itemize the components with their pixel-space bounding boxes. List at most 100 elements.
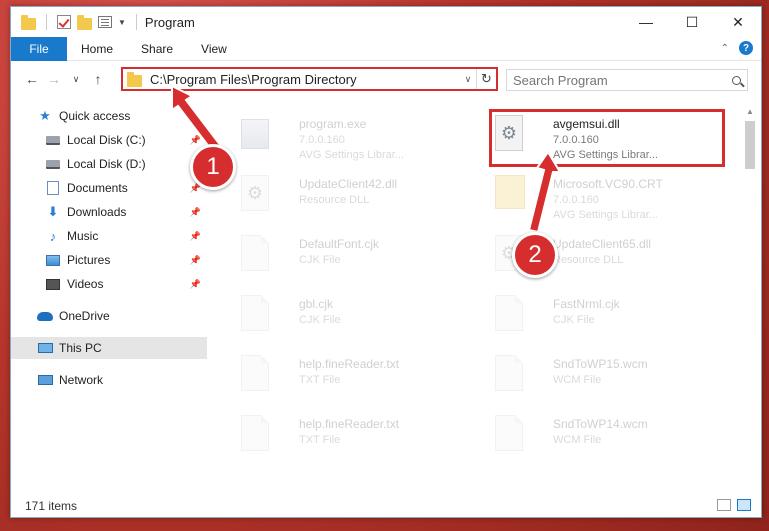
- navigation-pane: ★ Quick access Local Disk (C:) 📌 Local D…: [11, 99, 207, 489]
- sidebar-item-downloads[interactable]: ⬇ Downloads 📌: [11, 201, 207, 223]
- customize-toolbar-icon[interactable]: ▼: [118, 18, 126, 27]
- music-icon: ♪: [49, 228, 57, 244]
- step-badge-2: 2: [512, 232, 558, 278]
- tiles-view-icon[interactable]: [737, 499, 751, 511]
- sidebar-item-label: Downloads: [67, 205, 127, 219]
- sidebar-item-label: OneDrive: [59, 309, 110, 323]
- tab-share[interactable]: Share: [127, 42, 187, 56]
- title-bar: ▼ Program — ☐ ✕: [11, 7, 761, 37]
- sidebar-item-label: Local Disk (C:): [67, 133, 146, 147]
- highlight-box: [489, 109, 725, 167]
- pin-icon: 📌: [189, 230, 201, 241]
- sidebar-item-label: Music: [67, 229, 99, 243]
- search-input[interactable]: [507, 72, 725, 88]
- minimize-button[interactable]: —: [623, 7, 669, 37]
- sidebar-item-local-disk-d[interactable]: Local Disk (D:) 📌: [11, 153, 207, 175]
- file-item[interactable]: DefaultFont.cjk CJK File: [227, 229, 465, 287]
- sidebar-item-documents[interactable]: Documents 📌: [11, 177, 207, 199]
- cloud-icon: [37, 309, 53, 323]
- sidebar-item-label: This PC: [59, 341, 102, 355]
- tab-home[interactable]: Home: [67, 42, 127, 56]
- sidebar-item-onedrive[interactable]: OneDrive: [11, 305, 207, 327]
- disk-icon: [45, 133, 61, 147]
- videos-icon: [45, 277, 61, 291]
- executable-icon: [241, 115, 271, 153]
- documents-icon: [45, 181, 61, 195]
- navigation-bar: ← → ∨ ↑ C:\Program Files\Program Directo…: [11, 63, 761, 95]
- address-path[interactable]: C:\Program Files\Program Directory: [150, 72, 460, 87]
- document-icon: [241, 415, 271, 453]
- expand-ribbon-icon[interactable]: ⌃: [721, 43, 729, 54]
- pin-icon: 📌: [189, 254, 201, 265]
- step-badge-1: 1: [190, 144, 236, 190]
- ribbon-tabs: File Home Share View ⌃ ?: [11, 36, 761, 61]
- properties-icon[interactable]: [98, 16, 112, 28]
- computer-icon: [37, 341, 53, 355]
- folder-icon: [127, 71, 142, 87]
- forward-arrow-icon[interactable]: →: [43, 71, 65, 87]
- pin-icon: 📌: [189, 134, 201, 145]
- file-item[interactable]: program.exe 7.0.0.160 AVG Settings Libra…: [227, 109, 465, 167]
- close-button[interactable]: ✕: [715, 7, 761, 37]
- new-folder-icon[interactable]: [77, 14, 92, 30]
- sidebar-item-local-disk-c[interactable]: Local Disk (C:) 📌: [11, 129, 207, 151]
- sidebar-item-label: Quick access: [59, 109, 131, 123]
- tab-view[interactable]: View: [187, 42, 241, 56]
- sidebar-item-label: Local Disk (D:): [67, 157, 146, 171]
- sidebar-item-quick-access[interactable]: ★ Quick access: [11, 105, 207, 127]
- window-controls: — ☐ ✕: [623, 7, 761, 37]
- file-item[interactable]: ⚙ UpdateClient42.dll Resource DLL: [227, 169, 465, 227]
- item-count: 171 items: [25, 499, 78, 513]
- disk-icon: [45, 157, 61, 171]
- sidebar-item-music[interactable]: ♪ Music 📌: [11, 225, 207, 247]
- folder-icon: [21, 14, 36, 30]
- scroll-up-icon[interactable]: ▲: [743, 107, 757, 119]
- status-bar: 171 items: [11, 495, 761, 517]
- file-item[interactable]: gbl.cjk CJK File: [227, 289, 465, 347]
- file-item[interactable]: FastNrml.cjk CJK File: [481, 289, 719, 347]
- sidebar-item-pictures[interactable]: Pictures 📌: [11, 249, 207, 271]
- up-arrow-icon[interactable]: ↑: [87, 71, 109, 87]
- document-icon: [495, 415, 525, 453]
- file-item[interactable]: Microsoft.VC90.CRT 7.0.0.160 AVG Setting…: [481, 169, 719, 227]
- refresh-icon[interactable]: ↻: [476, 69, 496, 89]
- quick-access-toolbar: ▼: [11, 14, 141, 30]
- address-bar[interactable]: C:\Program Files\Program Directory ∨ ↻: [121, 67, 498, 91]
- document-icon: [241, 355, 271, 393]
- maximize-button[interactable]: ☐: [669, 7, 715, 37]
- window-title: Program: [144, 14, 195, 30]
- file-item[interactable]: SndToWP14.wcm WCM File: [481, 409, 719, 467]
- sidebar-item-label: Network: [59, 373, 104, 387]
- properties-check-icon[interactable]: [57, 15, 71, 29]
- recent-locations-icon[interactable]: ∨: [65, 74, 87, 85]
- sidebar-item-network[interactable]: Network: [11, 369, 207, 391]
- document-icon: [241, 235, 271, 273]
- back-arrow-icon[interactable]: ←: [21, 71, 43, 87]
- details-view-icon[interactable]: [717, 499, 731, 511]
- pin-icon: 📌: [189, 278, 201, 289]
- folder-icon: [495, 175, 525, 213]
- network-icon: [37, 373, 53, 387]
- sidebar-item-videos[interactable]: Videos 📌: [11, 273, 207, 295]
- document-icon: [241, 295, 271, 333]
- search-icon[interactable]: [725, 75, 747, 85]
- tab-file[interactable]: File: [11, 36, 67, 61]
- sidebar-item-this-pc[interactable]: This PC: [11, 337, 207, 359]
- help-icon[interactable]: ?: [739, 41, 753, 55]
- sidebar-item-label: Videos: [67, 277, 104, 291]
- vertical-scrollbar[interactable]: ▲: [743, 107, 757, 492]
- file-item[interactable]: SndToWP15.wcm WCM File: [481, 349, 719, 407]
- search-box[interactable]: [506, 69, 748, 91]
- sidebar-item-label: Documents: [67, 181, 128, 195]
- document-icon: [495, 355, 525, 393]
- file-item[interactable]: help.fineReader.txt TXT File: [227, 409, 465, 467]
- address-dropdown-icon[interactable]: ∨: [460, 74, 476, 85]
- scrollbar-thumb[interactable]: [745, 121, 755, 169]
- pictures-icon: [45, 253, 61, 267]
- document-icon: [495, 295, 525, 333]
- file-list: program.exe 7.0.0.160 AVG Settings Libra…: [217, 99, 747, 494]
- dll-gear-icon: ⚙: [241, 175, 271, 213]
- file-item[interactable]: help.fineReader.txt TXT File: [227, 349, 465, 407]
- star-icon: ★: [39, 108, 51, 123]
- explorer-window: ▼ Program — ☐ ✕ File Home Share View ⌃ ?…: [10, 6, 762, 518]
